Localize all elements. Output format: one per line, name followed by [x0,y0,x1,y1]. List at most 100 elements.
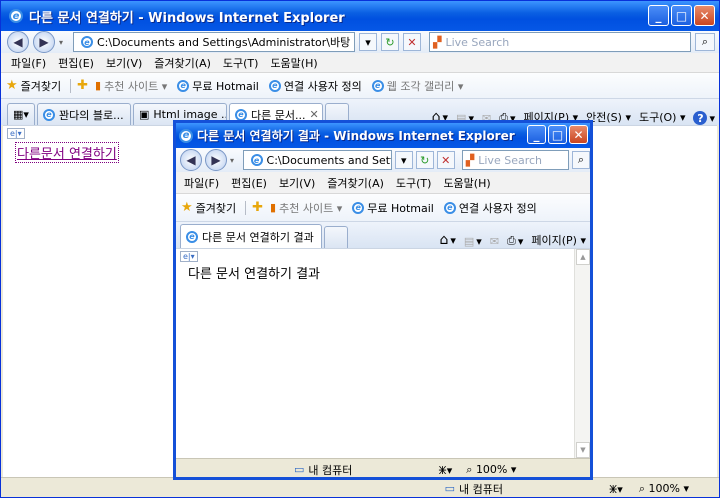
stop-button[interactable]: ✕ [403,33,421,51]
address-bar[interactable]: e C:\Documents and Settings\Administrato… [73,32,355,52]
tab-page-icon: e [43,108,55,121]
favorites-bar: ★ 즐겨찾기 ✚ ▮ 추천 사이트 ▾ e 무료 Hotmail e 연결 사용자 정의… [1,73,719,99]
favorites-button[interactable]: ★ 즐겨찾기 [1,78,66,94]
tools-menu[interactable]: 도구(O) ▾ [635,109,690,125]
fav-web-slice-gallery[interactable]: e웹 조각 갤러리 ▾ [367,78,469,94]
menu-bar: 파일(F) 편집(E) 보기(V) 즐겨찾기(A) 도구(T) 도움말(H) [176,172,590,194]
refresh-button[interactable]: ↻ [381,33,399,51]
zone-label: 내 컴퓨터 [458,482,503,496]
title-bar[interactable]: e 다른 문서 연결하기 결과 - Windows Internet Explo… [176,123,590,148]
search-input[interactable]: ▞ Live Search [461,150,569,170]
address-dropdown-button[interactable]: ▾ [359,33,377,51]
tab-page-icon: ▣ [139,108,150,121]
mail-button[interactable]: ✉ [486,235,503,248]
windows-flag-icon: ▞ [465,153,475,167]
protected-mode-icon[interactable]: 🜹▾ [609,478,623,498]
stop-button[interactable]: ✕ [436,151,455,169]
add-favorite-icon: ✚ [252,200,264,215]
add-favorite-button[interactable]: ✚ [250,200,265,215]
new-tab-button[interactable] [324,226,348,248]
window-title: 다른 문서 연결하기 - Windows Internet Explorer [29,10,345,26]
history-dropdown-icon[interactable]: ▾ [59,38,69,47]
minimize-button[interactable]: _ [527,125,546,144]
zone-label: 내 컴퓨터 [308,463,353,477]
close-button[interactable]: ✕ [569,125,588,144]
tab-result[interactable]: e 다른 문서 연결하기 결과 [180,224,322,248]
page-menu[interactable]: 페이지(P) ▾ [527,232,590,248]
forward-button[interactable]: ▶ [205,149,227,171]
home-button[interactable]: ⌂ ▾ [435,232,459,248]
feeds-button[interactable]: ▤ ▾ [460,235,486,248]
address-bar[interactable]: e C:\Documents and Settings [242,150,392,170]
page-content: e|▾ 다른 문서 연결하기 결과 ▲ ▼ [176,248,590,458]
favorites-label: 즐겨찾기 [195,201,237,215]
print-button[interactable]: ⎙ ▾ [503,234,527,248]
title-bar[interactable]: e 다른 문서 연결하기 - Windows Internet Explorer… [1,1,719,31]
ie-logo-icon: e [179,128,193,143]
search-button[interactable]: ⌕ [695,33,715,51]
search-placeholder: Live Search [478,153,542,167]
scroll-up-icon[interactable]: ▲ [576,249,590,265]
favorites-star-icon: ★ [181,200,193,215]
search-button[interactable]: ⌕ [571,151,590,169]
refresh-button[interactable]: ↻ [415,151,434,169]
history-dropdown-icon[interactable]: ▾ [230,156,240,165]
menu-help[interactable]: 도움말(H) [437,175,496,191]
fav-suggested-sites[interactable]: ▮ 추천 사이트 ▾ [90,78,172,94]
menu-view[interactable]: 보기(V) [273,175,321,191]
minimize-button[interactable]: _ [648,5,669,26]
computer-icon: ▭ [294,463,305,476]
menu-bar: 파일(F) 편집(E) 보기(V) 즐겨찾기(A) 도구(T) 도움말(H) [1,53,719,73]
search-input[interactable]: ▞ Live Search [429,32,691,52]
fav-suggested-sites[interactable]: ▮ 추천 사이트 ▾ [265,200,347,216]
computer-icon: ▭ [444,482,455,495]
vertical-scrollbar[interactable]: ▲ ▼ [574,249,590,458]
zoom-control[interactable]: ⌕ 100% ▾ [639,482,689,496]
close-button[interactable]: ✕ [694,5,715,26]
scroll-down-icon[interactable]: ▼ [576,442,590,458]
add-favorite-button[interactable]: ✚ [75,78,90,93]
help-icon: ? [693,111,708,125]
address-dropdown-button[interactable]: ▾ [394,151,413,169]
tab-blog[interactable]: e 꽌다의 블로... [37,103,131,125]
document-link[interactable]: 다른문서 연결하기 [15,142,119,163]
back-button[interactable]: ◀ [180,149,202,171]
scroll-chip[interactable]: e|▾ [7,128,25,139]
menu-file[interactable]: 파일(F) [178,175,225,191]
menu-help[interactable]: 도움말(H) [264,55,323,71]
suggested-sites-icon: ▮ [95,79,102,92]
menu-edit[interactable]: 편집(E) [52,55,100,71]
address-text: C:\Documents and Settings [266,153,391,167]
page-icon: e [81,36,93,48]
fav-customize-links[interactable]: e 연결 사용자 정의 [264,78,367,94]
fav-customize-links[interactable]: e 연결 사용자 정의 [439,200,542,216]
favorites-button[interactable]: ★ 즐겨찾기 [176,200,241,216]
fav-hotmail[interactable]: e 무료 Hotmail [347,200,439,216]
favorites-label: 즐겨찾기 [20,79,62,93]
tab-row: e 다른 문서 연결하기 결과 ⌂ ▾ ▤ ▾ ✉ ⎙ ▾ 페이지(P) ▾ [176,222,590,248]
menu-view[interactable]: 보기(V) [100,55,148,71]
page-icon: e [250,154,263,166]
result-browser-window: e 다른 문서 연결하기 결과 - Windows Internet Explo… [173,120,593,480]
ie-logo-icon: e [9,9,23,23]
menu-favorites[interactable]: 즐겨찾기(A) [148,55,217,71]
menu-edit[interactable]: 편집(E) [225,175,273,191]
protected-mode-icon[interactable]: 🜹▾ [438,459,452,478]
favorites-star-icon: ★ [6,78,18,93]
search-placeholder: Live Search [445,35,510,49]
quick-tabs-button[interactable]: ▦▾ [7,103,35,125]
menu-file[interactable]: 파일(F) [5,55,52,71]
zoom-control[interactable]: ⌕ 100% ▾ [466,463,516,477]
back-button[interactable]: ◀ [7,31,29,53]
maximize-button[interactable]: □ [671,5,692,26]
page-icon: e [352,201,365,214]
menu-tools[interactable]: 도구(T) [217,55,265,71]
menu-tools[interactable]: 도구(T) [390,175,438,191]
menu-favorites[interactable]: 즐겨찾기(A) [321,175,390,191]
scroll-chip[interactable]: e|▾ [180,251,198,262]
home-icon: ⌂ [439,232,449,248]
fav-hotmail[interactable]: e 무료 Hotmail [172,78,264,94]
maximize-button[interactable]: □ [548,125,567,144]
help-button[interactable]: ? ▾ [689,111,719,125]
forward-button[interactable]: ▶ [33,31,55,53]
